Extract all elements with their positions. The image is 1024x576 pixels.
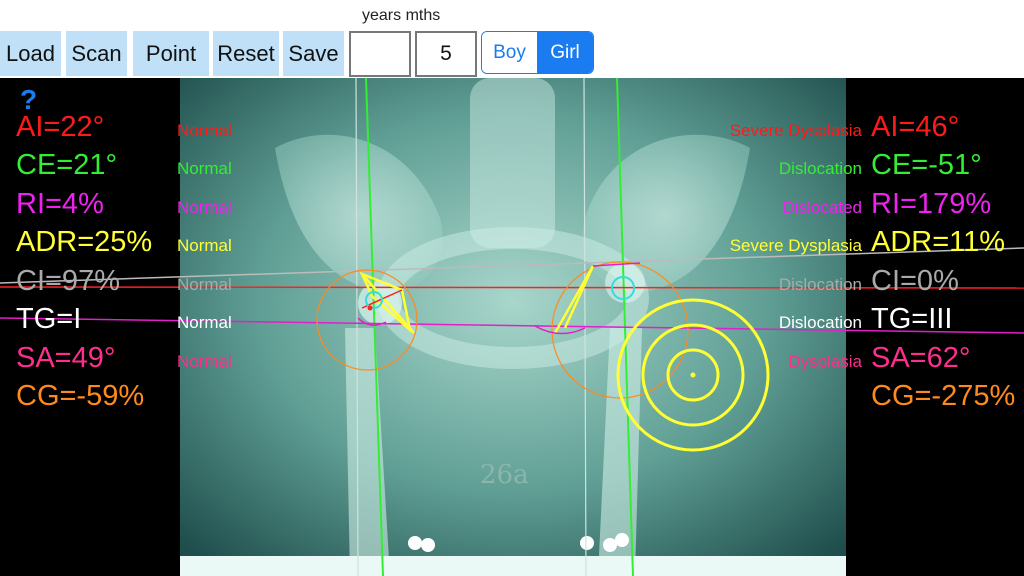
right-tg-status: Dislocation (778, 313, 862, 332)
right-adr-status: Severe Dysplasia (729, 236, 862, 255)
left-cg-value: CG=-59% (16, 380, 145, 412)
scan-button[interactable]: Scan (66, 31, 127, 76)
left-sa-status: Normal (177, 352, 232, 371)
point-button[interactable]: Point (133, 31, 209, 76)
left-ai-value: AI=22° (16, 111, 105, 143)
left-ri-value: RI=4% (16, 188, 104, 220)
boy-segment[interactable]: Boy (482, 32, 537, 73)
right-ai-status: Severe Dysplasia (729, 121, 862, 140)
left-ci-value: CI=97% (16, 265, 120, 297)
load-button[interactable]: Load (0, 31, 61, 76)
left-ce-status: Normal (177, 159, 232, 178)
right-adr-value: ADR=11% (871, 226, 1006, 258)
age-label: years mths (362, 7, 441, 24)
left-adr-value: ADR=25% (16, 226, 153, 258)
right-sa-value: SA=62° (871, 342, 971, 374)
years-input[interactable] (349, 31, 411, 77)
right-ai-value: AI=46° (871, 111, 960, 143)
left-sa-value: SA=49° (16, 342, 116, 374)
right-cg-value: CG=-275% (871, 380, 1016, 412)
left-ai-status: Normal (177, 121, 232, 140)
left-adr-status: Normal (177, 236, 232, 255)
right-ci-value: CI=0% (871, 265, 959, 297)
girl-segment[interactable]: Girl (537, 32, 593, 73)
months-input[interactable]: 5 (415, 31, 477, 77)
left-ri-status: Normal (177, 198, 232, 217)
right-sa-status: Dysplasia (788, 352, 862, 371)
left-tg-value: TG=I (16, 303, 82, 335)
left-ce-value: CE=21° (16, 149, 118, 181)
right-ce-value: CE=-51° (871, 149, 982, 181)
toolbar: Load Scan Point Reset Save years mths 5 … (0, 0, 1024, 78)
right-ce-status: Dislocation (778, 159, 862, 178)
save-button[interactable]: Save (283, 31, 344, 76)
left-ci-status: Normal (177, 275, 232, 294)
right-ci-status: Dislocation (778, 275, 862, 294)
right-ri-status: Dislocated (782, 198, 862, 217)
reset-button[interactable]: Reset (213, 31, 279, 76)
right-tg-value: TG=III (871, 303, 953, 335)
right-ri-value: RI=179% (871, 188, 992, 220)
gender-segmented-control: Boy Girl (481, 31, 594, 74)
left-tg-status: Normal (177, 313, 232, 332)
